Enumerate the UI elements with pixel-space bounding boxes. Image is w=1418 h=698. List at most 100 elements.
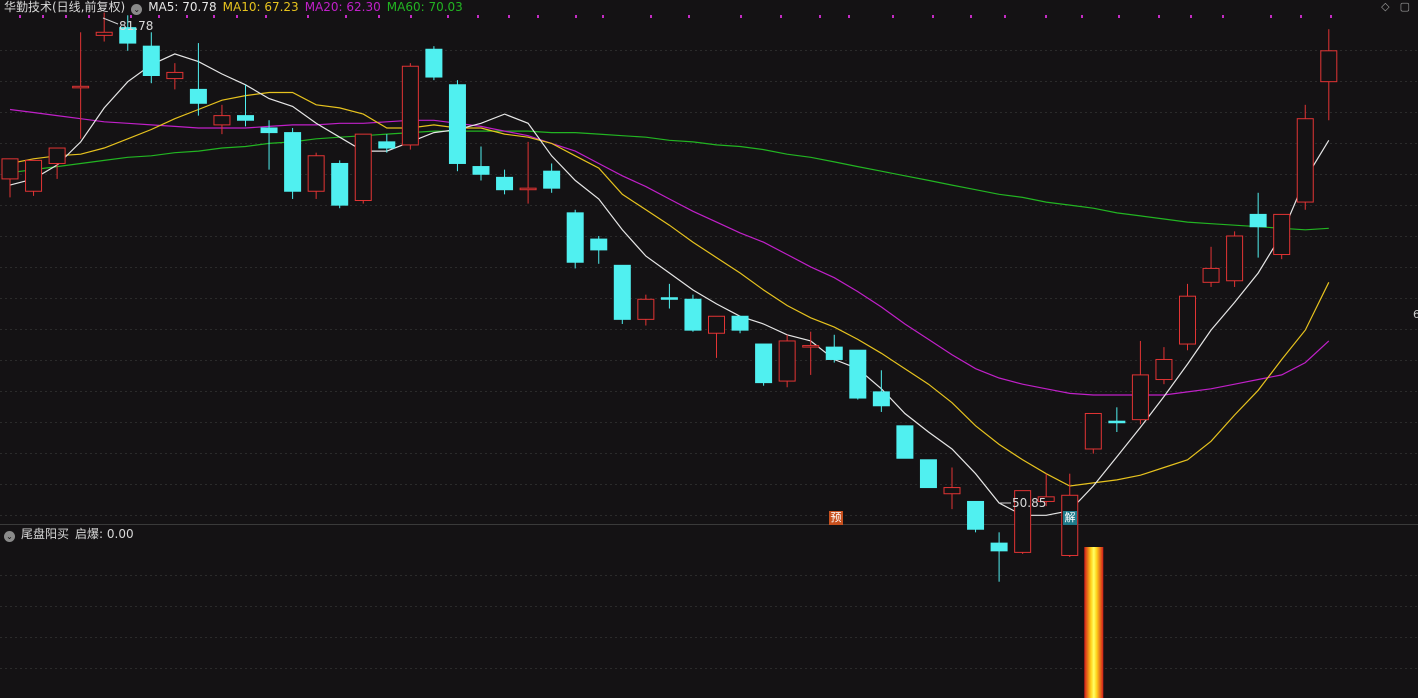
chevron-down-icon[interactable]: ⌄ — [131, 4, 143, 15]
signal-dot — [1300, 15, 1302, 18]
candle-body — [778, 340, 796, 382]
candle-body — [142, 45, 160, 76]
candle[interactable] — [496, 169, 514, 195]
candle-body — [684, 298, 702, 331]
candle-body — [166, 71, 184, 80]
candle-body — [307, 155, 325, 192]
candle[interactable] — [1320, 29, 1338, 121]
candle[interactable] — [401, 63, 419, 150]
candle[interactable] — [849, 349, 867, 400]
candle[interactable] — [189, 43, 207, 116]
candle-body — [496, 176, 514, 191]
candle-body — [48, 147, 66, 164]
stock-title: 华勤技术(日线,前复权) — [4, 0, 126, 14]
candle-body — [872, 391, 890, 407]
candle[interactable] — [213, 104, 231, 135]
candle[interactable] — [1296, 104, 1314, 210]
candle[interactable] — [825, 334, 843, 363]
candle[interactable] — [684, 294, 702, 332]
candle[interactable] — [1202, 246, 1220, 287]
candle[interactable] — [1, 158, 19, 198]
candle-body — [1273, 213, 1291, 256]
candle-body — [72, 85, 90, 89]
candle[interactable] — [472, 146, 490, 181]
chevron-down-icon[interactable]: ⌄ — [4, 531, 15, 542]
signal-dot — [1081, 15, 1083, 18]
candle[interactable] — [284, 127, 302, 199]
candle[interactable] — [755, 343, 773, 386]
candle[interactable] — [1131, 340, 1149, 425]
signal-dot — [477, 15, 479, 18]
candle[interactable] — [1226, 231, 1244, 287]
high-label: 81.78 — [119, 19, 153, 33]
candle[interactable] — [967, 500, 985, 533]
candle-body — [25, 159, 43, 192]
candle[interactable] — [919, 459, 937, 489]
candle[interactable] — [543, 163, 561, 193]
candle[interactable] — [166, 63, 184, 90]
candle[interactable] — [307, 152, 325, 199]
signal-dot — [780, 15, 782, 18]
candle[interactable] — [72, 32, 90, 139]
candle-body — [213, 115, 231, 126]
candle-body — [95, 31, 113, 36]
candle[interactable] — [95, 12, 113, 42]
candle[interactable] — [25, 159, 43, 196]
candle-body — [1226, 235, 1244, 282]
diamond-icon[interactable]: ◇ — [1381, 0, 1389, 13]
candle[interactable] — [637, 294, 655, 326]
candle[interactable] — [1155, 347, 1173, 385]
candle-body — [566, 212, 584, 263]
signal-dot — [819, 15, 821, 18]
candle-body — [849, 349, 867, 399]
candle[interactable] — [708, 315, 725, 358]
candle[interactable] — [990, 532, 1008, 582]
candles[interactable] — [1, 12, 1338, 582]
candle[interactable] — [448, 80, 466, 172]
candle[interactable] — [1084, 412, 1102, 454]
candle-body — [378, 141, 396, 149]
candle[interactable] — [331, 160, 349, 209]
candle-body — [660, 297, 678, 300]
candle[interactable] — [1108, 407, 1126, 433]
candle[interactable] — [731, 315, 749, 334]
candle[interactable] — [1249, 192, 1267, 258]
candle-body — [284, 132, 302, 192]
candle[interactable] — [802, 331, 820, 375]
indicator-bar — [1084, 547, 1104, 698]
signal-dot — [650, 15, 652, 18]
high-annotation: 81.78 — [102, 17, 153, 33]
signal-dot — [1190, 15, 1192, 18]
signal-dot — [1270, 15, 1272, 18]
candle-body — [1084, 412, 1102, 450]
kline-chart[interactable]: 81.78 50.85 6 — [0, 0, 1418, 698]
candle[interactable] — [519, 141, 537, 204]
low-label: 50.85 — [1012, 496, 1046, 510]
signal-dot — [848, 15, 850, 18]
candle-body — [189, 88, 207, 104]
candle-body — [613, 264, 631, 320]
candle[interactable] — [378, 134, 396, 153]
candle-body — [1249, 213, 1267, 228]
window-icon[interactable]: ▢ — [1400, 0, 1410, 13]
candle[interactable] — [943, 467, 961, 510]
signal-dot — [740, 15, 742, 18]
candle[interactable] — [896, 425, 914, 459]
candle[interactable] — [613, 264, 631, 324]
candle[interactable] — [1273, 213, 1291, 260]
candle[interactable] — [425, 46, 443, 81]
signal-dot — [575, 15, 577, 18]
candle-body — [1179, 295, 1196, 345]
candle[interactable] — [237, 84, 254, 127]
main-header: 华勤技术(日线,前复权) ⌄ MA5: 70.78 MA10: 67.23 MA20: … — [4, 0, 469, 16]
candle[interactable] — [354, 133, 372, 204]
candle[interactable] — [142, 32, 160, 84]
candle[interactable] — [778, 334, 796, 388]
candle[interactable] — [260, 120, 278, 170]
candle[interactable] — [566, 209, 584, 269]
candle-body — [331, 162, 349, 206]
candle[interactable] — [660, 283, 678, 309]
candle[interactable] — [590, 236, 608, 264]
candle[interactable] — [1179, 283, 1196, 351]
signal-dot — [508, 15, 510, 18]
